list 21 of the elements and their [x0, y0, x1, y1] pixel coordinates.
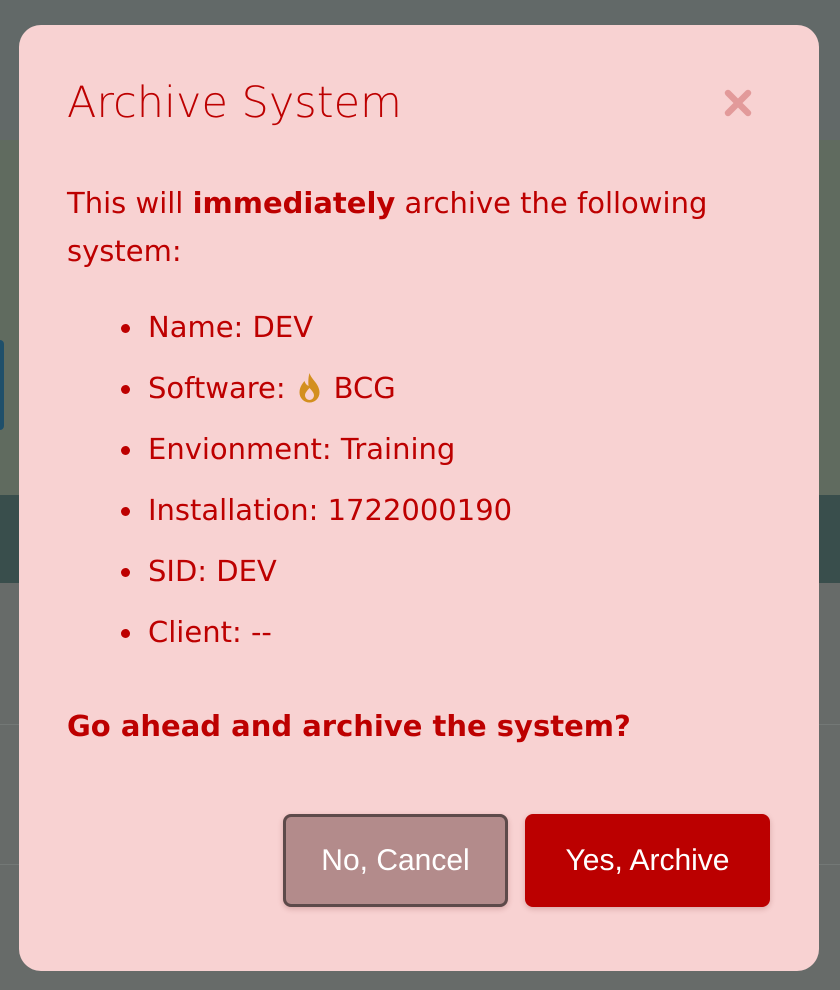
flame-icon	[298, 372, 321, 402]
archive-button[interactable]: Yes, Archive	[525, 814, 770, 907]
detail-item: Installation: 1722000190	[148, 492, 512, 526]
partial-button[interactable]	[0, 340, 4, 430]
dialog-title: Archive System	[67, 77, 402, 129]
bullet-icon	[121, 506, 130, 516]
close-button[interactable]	[724, 89, 752, 117]
bullet-icon	[121, 384, 130, 394]
dialog-message: This will immediately archive the following system:	[67, 185, 708, 270]
bullet-icon	[121, 446, 130, 454]
bullet-icon	[121, 568, 130, 576]
detail-item: Envionment: Training	[148, 432, 456, 466]
close-icon	[724, 89, 752, 117]
detail-item: Name: DEV	[148, 310, 314, 344]
detail-item: SID: DEV	[148, 554, 277, 588]
bullet-icon	[121, 324, 130, 332]
detail-item: Client: --	[148, 614, 272, 648]
detail-label: Software:	[148, 370, 286, 404]
detail-value: BCG	[334, 370, 396, 404]
bullet-icon	[121, 628, 130, 638]
confirm-question: Go ahead and archive the system?	[67, 708, 632, 745]
